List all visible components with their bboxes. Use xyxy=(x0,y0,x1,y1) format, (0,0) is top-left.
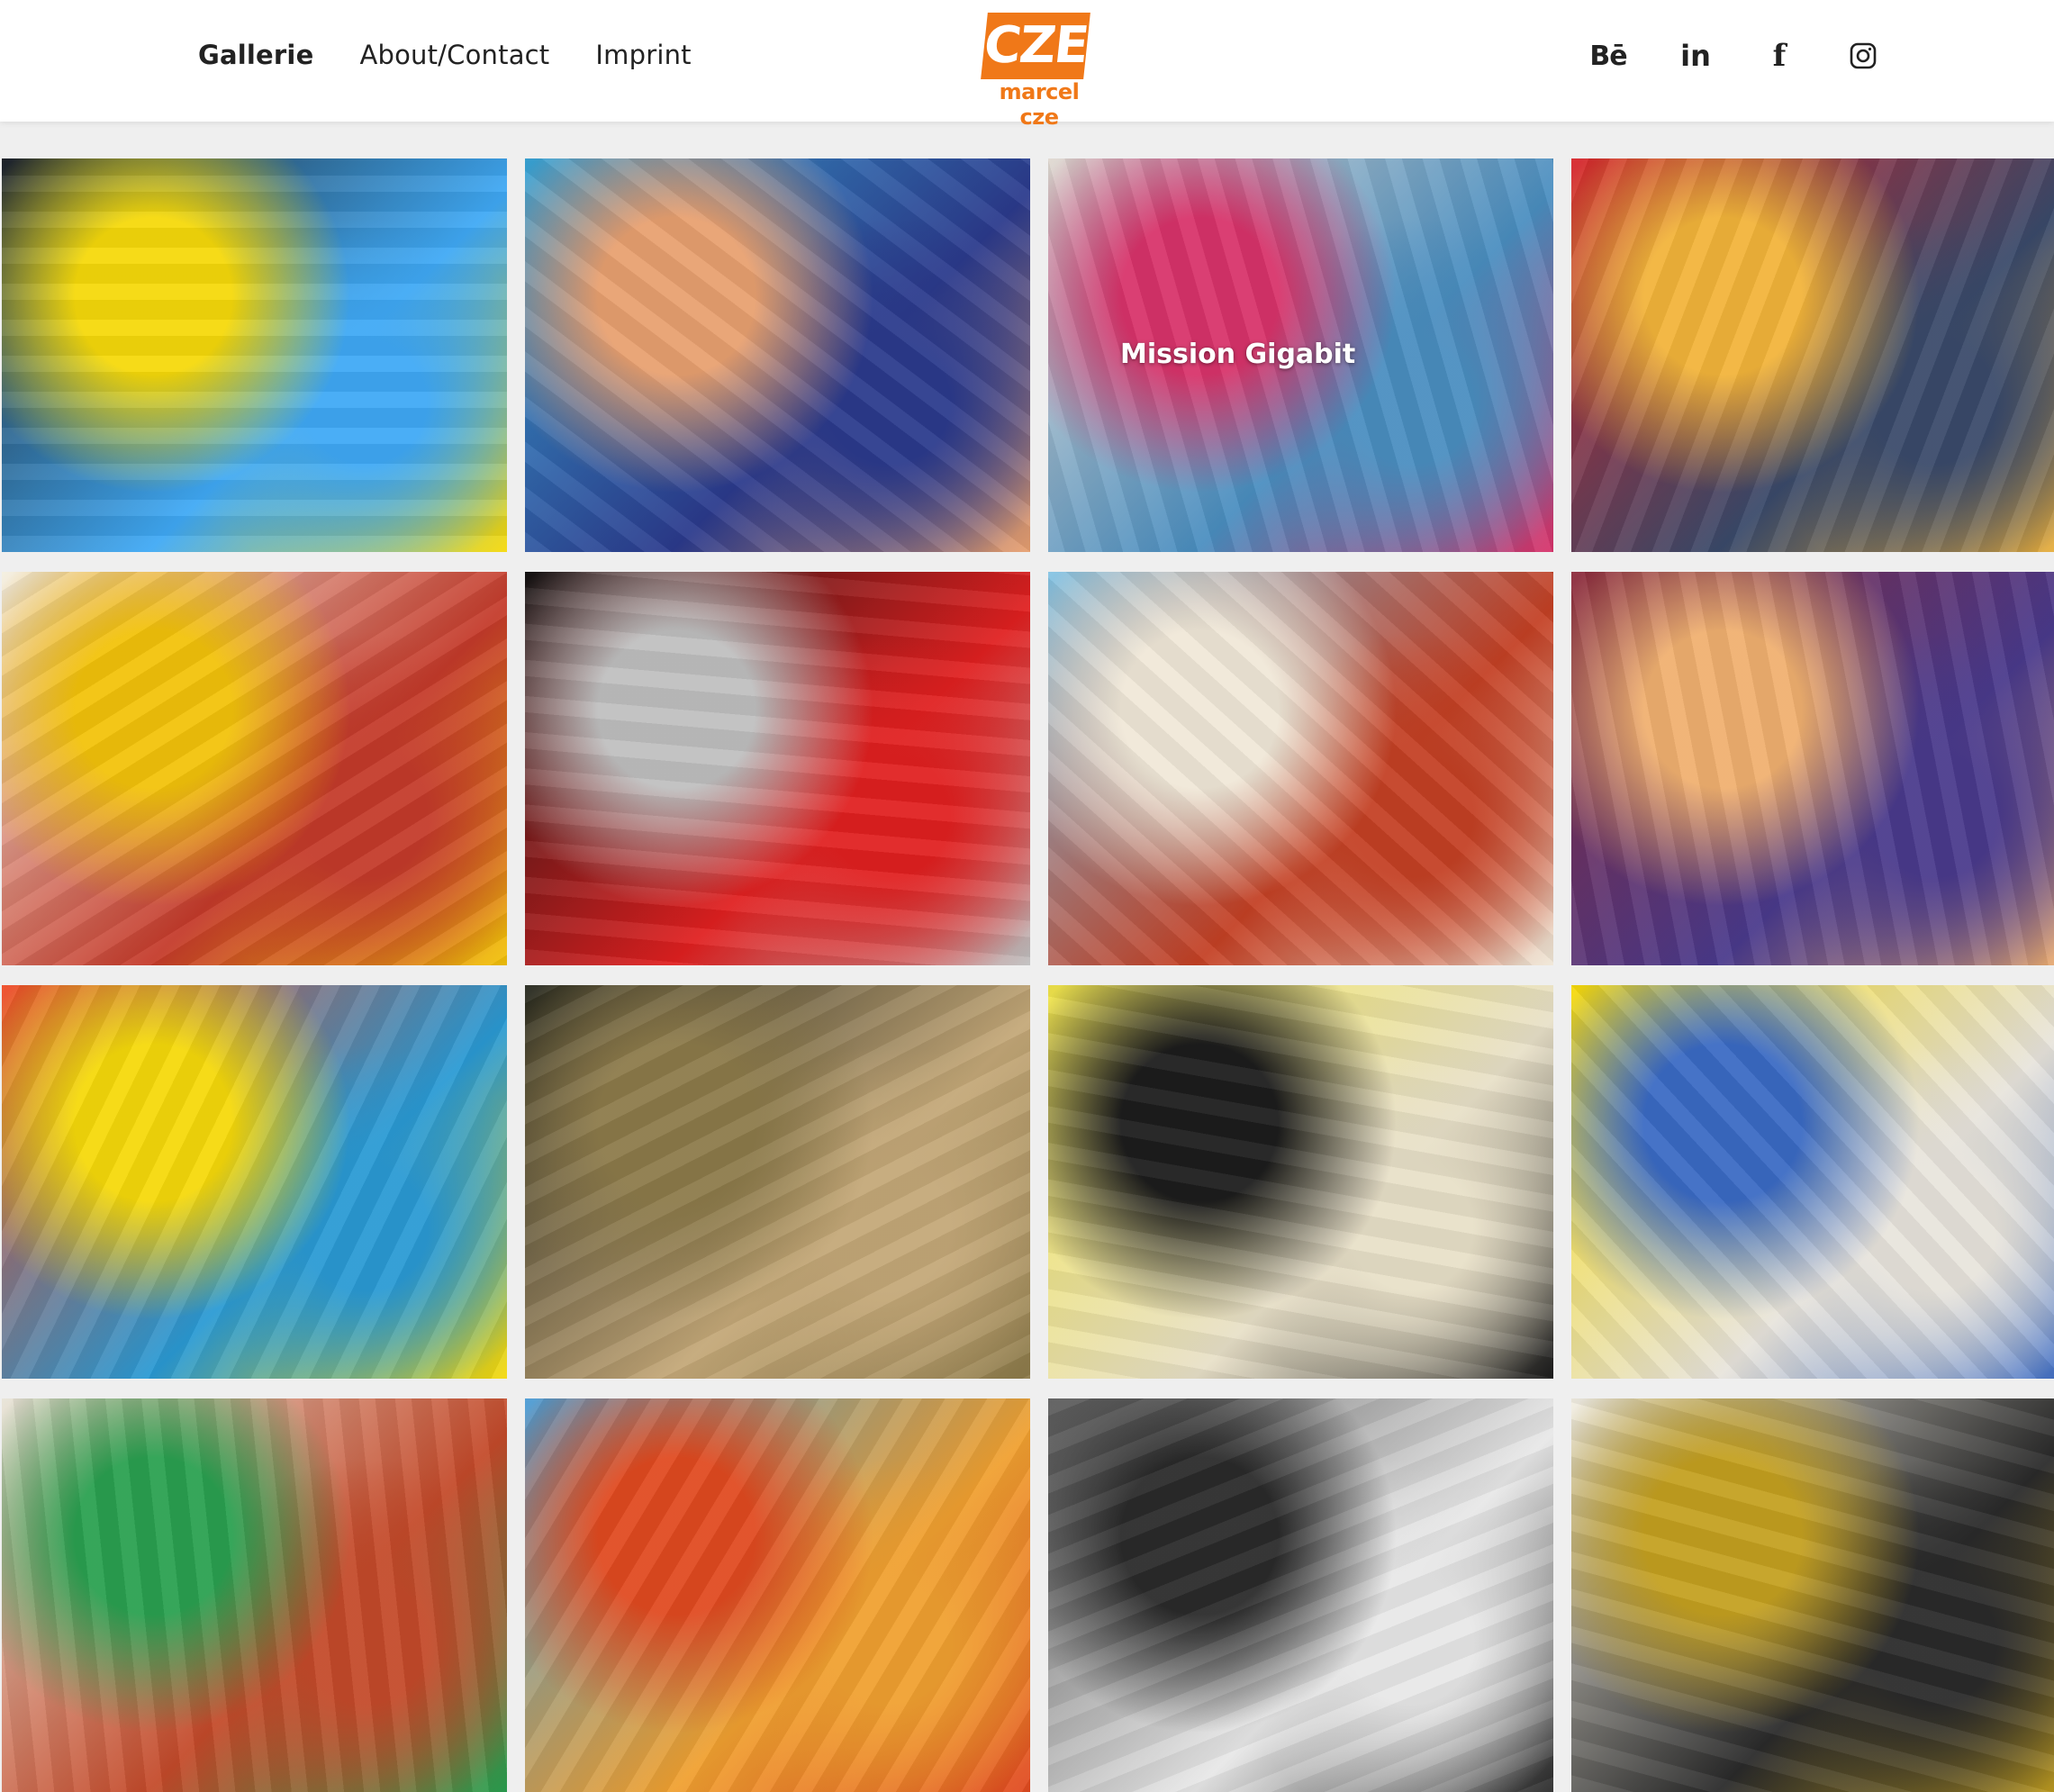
gallery-image xyxy=(2,572,507,965)
gallery-tile-portrait-afro-painting[interactable] xyxy=(1571,572,2054,965)
gallery-tile-eyes-collage[interactable] xyxy=(2,985,507,1379)
gallery-tile-carnival-kiosk-parade[interactable] xyxy=(1571,158,2054,552)
gallery-image xyxy=(1048,572,1553,965)
instagram-icon[interactable] xyxy=(1847,38,1879,74)
linkedin-icon[interactable]: in xyxy=(1679,38,1712,74)
gallery-tile-miele-happiness[interactable] xyxy=(1048,1398,1553,1792)
gallery-tile-merkel-headphones[interactable] xyxy=(525,985,1030,1379)
gallery-image xyxy=(1571,158,2054,552)
behance-icon[interactable]: Bē xyxy=(1588,38,1628,74)
main-nav: Gallerie About/Contact Imprint xyxy=(198,40,692,70)
gallery-image xyxy=(2,985,507,1379)
social-links: Bē in f xyxy=(1588,38,1879,74)
logo-subtitle: marcel cze xyxy=(999,79,1080,130)
gallery-grid: Mission Gigabit xyxy=(2,158,2054,1792)
gallery-tile-ausgang-umleitung-sign[interactable] xyxy=(2,572,507,965)
gallery-tile-dragon-carnival-float[interactable] xyxy=(525,1398,1030,1792)
gallery-tile-lightbulb-portrait[interactable] xyxy=(1571,985,2054,1379)
site-header: Gallerie About/Contact Imprint CZE marce… xyxy=(0,0,2054,130)
gallery-tile-things-happen-mural[interactable] xyxy=(2,158,507,552)
gallery-image xyxy=(1048,985,1553,1379)
gallery-tile-betterfuture-wall[interactable] xyxy=(2,1398,507,1792)
gallery-image xyxy=(1571,572,2054,965)
nav-about-contact[interactable]: About/Contact xyxy=(359,40,549,70)
gallery-tile-moon-chalkboard-zakk[interactable] xyxy=(525,572,1030,965)
gallery-tile-macht-man-das-heute-so[interactable] xyxy=(1048,572,1553,965)
gallery-tile-mission-gigabit-paint-cups[interactable]: Mission Gigabit xyxy=(1048,158,1553,552)
logo-mark: CZE xyxy=(981,13,1090,79)
site-logo[interactable]: CZE marcel cze xyxy=(981,9,1098,130)
gallery-image xyxy=(2,158,507,552)
gallery-tile-rheinische-post-newspaper[interactable] xyxy=(1571,1398,2054,1792)
gallery-image xyxy=(1571,985,2054,1379)
gallery-image xyxy=(2,1398,507,1792)
gallery-image xyxy=(525,985,1030,1379)
tile-overlay-text: Mission Gigabit xyxy=(1120,339,1356,370)
gallery-tile-goethe-sketch[interactable] xyxy=(1048,985,1553,1379)
gallery-image xyxy=(1048,1398,1553,1792)
nav-imprint[interactable]: Imprint xyxy=(595,40,691,70)
gallery-image xyxy=(525,572,1030,965)
gallery-tile-duesseldorf-carnival-float[interactable] xyxy=(525,158,1030,552)
facebook-icon[interactable]: f xyxy=(1763,38,1796,74)
gallery-image xyxy=(1571,1398,2054,1792)
gallery-image xyxy=(525,158,1030,552)
nav-gallerie[interactable]: Gallerie xyxy=(198,40,313,70)
gallery-image xyxy=(525,1398,1030,1792)
